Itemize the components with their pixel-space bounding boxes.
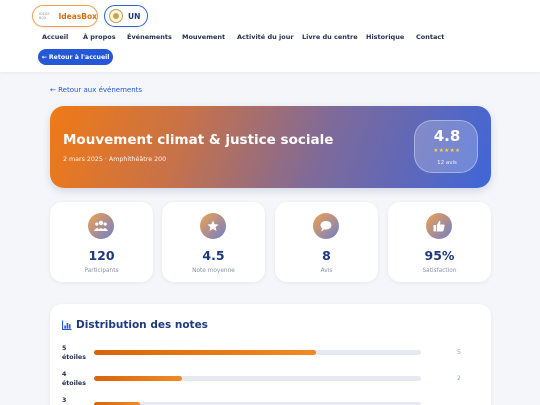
stat-value: 120 <box>88 248 115 263</box>
logo-brand-text: IdeasBox <box>58 11 97 21</box>
distribution-row-label: 5 étoiles <box>62 345 86 361</box>
ideasbox-logo[interactable]: IDEAS BOX IdeasBox <box>32 5 98 27</box>
stat-card-participants: 120 Participants <box>50 202 153 282</box>
stat-label: Satisfaction <box>422 268 457 274</box>
review-count: 12 avis <box>437 160 457 166</box>
distribution-row-label: 4 étoiles <box>62 371 86 387</box>
distribution-track <box>94 376 421 381</box>
stat-label: Avis <box>320 268 333 274</box>
rating-distribution-card: Distribution des notes 5 étoiles 5 4 éto… <box>50 304 491 405</box>
rating-value: 4.8 <box>433 127 461 145</box>
thumbs-up-icon <box>426 213 452 239</box>
stat-card-reviews: 8 Avis <box>275 202 378 282</box>
stat-label: Note moyenne <box>192 268 235 274</box>
rating-stars-icon: ★★★★★ <box>433 148 461 154</box>
bar-chart-icon <box>62 320 72 330</box>
stat-value: 95% <box>424 248 455 263</box>
distribution-title: Distribution des notes <box>76 319 208 331</box>
event-meta: 2 mars 2025 · Amphithéâtre 200 <box>63 156 167 163</box>
stat-value: 4.5 <box>202 248 225 263</box>
nav-item-activite-du-jour[interactable]: Activité du jour <box>237 33 294 41</box>
stat-value: 8 <box>322 248 331 263</box>
nav-item-mouvement[interactable]: Mouvement <box>182 33 225 41</box>
main-nav: Accueil À propos Événements Mouvement Ac… <box>0 33 540 43</box>
site-header: IDEAS BOX IdeasBox UN Accueil À propos É… <box>0 0 540 72</box>
distribution-count: 5 <box>457 349 461 356</box>
distribution-track <box>94 350 421 355</box>
event-hero-card: Mouvement climat & justice sociale 2 mar… <box>50 106 491 188</box>
nav-item-a-propos[interactable]: À propos <box>83 33 116 41</box>
nav-item-accueil[interactable]: Accueil <box>42 33 68 41</box>
rating-summary: 4.8 ★★★★★ 12 avis <box>414 120 478 173</box>
stat-label: Participants <box>84 268 119 274</box>
nav-item-historique[interactable]: Historique <box>366 33 404 41</box>
distribution-fill <box>94 376 183 381</box>
back-home-button[interactable]: ← Retour à l'accueil <box>38 49 113 65</box>
event-title: Mouvement climat & justice sociale <box>63 132 334 148</box>
partner-logo[interactable]: UN <box>104 5 148 27</box>
distribution-count: 2 <box>457 375 461 382</box>
logo-small-text: IDEAS BOX <box>39 12 50 20</box>
people-icon <box>88 213 114 239</box>
distribution-row: 4 étoiles 2 <box>62 370 482 392</box>
distribution-row: 5 étoiles 5 <box>62 344 482 366</box>
distribution-row-label: 3 étoiles <box>62 397 67 404</box>
nav-item-evenements[interactable]: Événements <box>127 33 172 41</box>
nav-item-livre-du-centre[interactable]: Livre du centre <box>302 33 358 41</box>
stat-card-satisfaction: 95% Satisfaction <box>388 202 491 282</box>
seal-icon <box>109 9 123 23</box>
stat-card-average-rating: 4.5 Note moyenne <box>162 202 265 282</box>
distribution-row: 3 étoiles <box>62 396 482 405</box>
distribution-fill <box>94 350 317 355</box>
nav-item-contact[interactable]: Contact <box>416 33 444 41</box>
star-icon <box>200 213 226 239</box>
comment-icon <box>313 213 339 239</box>
back-to-events-link[interactable]: ← Retour aux événements <box>50 86 142 94</box>
partner-code: UN <box>128 11 141 21</box>
